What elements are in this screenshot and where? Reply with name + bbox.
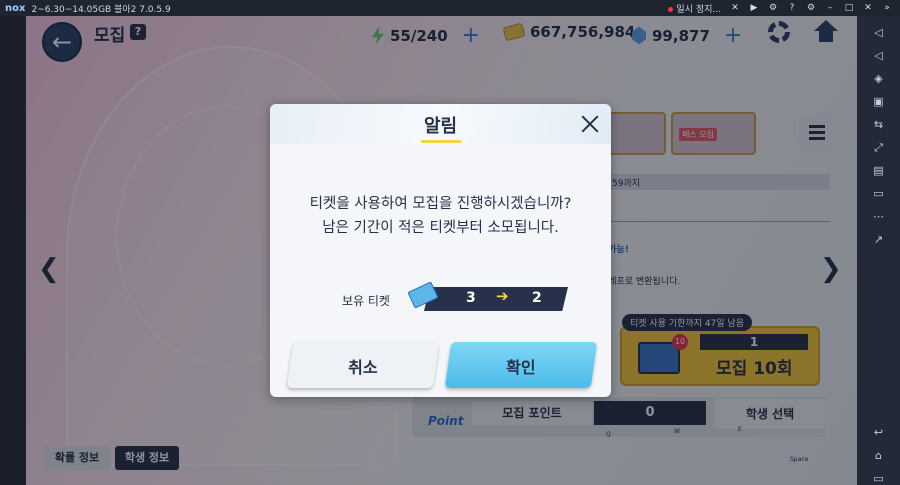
cancel-button[interactable]: 취소 (286, 342, 440, 388)
confirm-button[interactable]: 확인 (444, 342, 598, 388)
close-icon[interactable] (580, 114, 600, 134)
sync-icon[interactable]: ⇆ (872, 118, 885, 131)
confirm-label: 확인 (506, 358, 536, 377)
external-link-icon[interactable]: ↗ (872, 233, 885, 246)
emulator-title-bar: nox 2~6.30~14.05GB 블아2 7.0.5.9 일시 정지... … (0, 0, 900, 16)
dialog-message-line1: 티켓을 사용하여 모집을 진행하시겠습니까? (309, 196, 572, 212)
volume-down-icon[interactable]: ◁ (872, 49, 885, 62)
arrow-right-icon: ➔ (496, 287, 509, 305)
close-small-icon[interactable]: ✕ (730, 3, 740, 13)
dialog-message-line2: 남은 기간이 적은 티켓부터 소모됩니다. (322, 220, 559, 236)
home-nav-icon[interactable]: ⌂ (872, 449, 885, 462)
maximize-icon[interactable]: □ (844, 3, 854, 13)
ticket-count-before: 3 (466, 290, 476, 306)
shake-icon[interactable]: ◈ (872, 72, 885, 85)
ticket-count-after: 2 (532, 290, 542, 306)
options-icon[interactable]: ⚙ (806, 3, 816, 13)
game-screen: ← 모집 ? 55/240 + 667,756,984 99,877 + 페스 … (26, 16, 857, 485)
play-icon[interactable]: ▶ (749, 3, 759, 13)
screenshot-icon[interactable]: ▣ (872, 95, 885, 108)
pause-indicator[interactable]: 일시 정지... (668, 2, 721, 15)
close-icon[interactable]: ✕ (863, 3, 873, 13)
dialog-message: 티켓을 사용하여 모집을 진행하시겠습니까? 남은 기간이 적은 티켓부터 소모… (270, 192, 611, 240)
emulator-logo: nox (5, 2, 26, 14)
dialog-title: 알림 (423, 116, 458, 137)
screen-icon[interactable]: ▭ (872, 187, 885, 200)
settings-icon[interactable]: ⚙ (768, 3, 778, 13)
owned-ticket-label: 보유 티켓 (342, 294, 390, 308)
confirm-dialog: 알림 티켓을 사용하여 모집을 진행하시겠습니까? 남은 기간이 적은 티켓부터… (270, 104, 611, 397)
help-icon[interactable]: ? (787, 3, 797, 13)
expand-icon[interactable]: » (882, 3, 892, 13)
cancel-label: 취소 (348, 358, 378, 377)
record-dot-icon (668, 6, 674, 12)
pause-label: 일시 정지... (676, 4, 721, 15)
emulator-sidebar: ◁ ◁ ◈ ▣ ⇆ ⤢ ▤ ▭ ⋯ ↗ ↩ ⌂ ▭ (857, 16, 900, 485)
emulator-window-title: 2~6.30~14.05GB 블아2 7.0.5.9 (31, 4, 171, 15)
volume-up-icon[interactable]: ◁ (872, 26, 885, 39)
more-icon[interactable]: ⋯ (872, 210, 885, 223)
back-nav-icon[interactable]: ↩ (872, 426, 885, 439)
fullscreen-icon[interactable]: ⤢ (872, 141, 885, 154)
toolbox-icon[interactable]: ▤ (872, 164, 885, 177)
recent-apps-icon[interactable]: ▭ (872, 472, 885, 485)
minimize-icon[interactable]: – (825, 3, 835, 13)
dialog-title-underline (421, 140, 461, 143)
